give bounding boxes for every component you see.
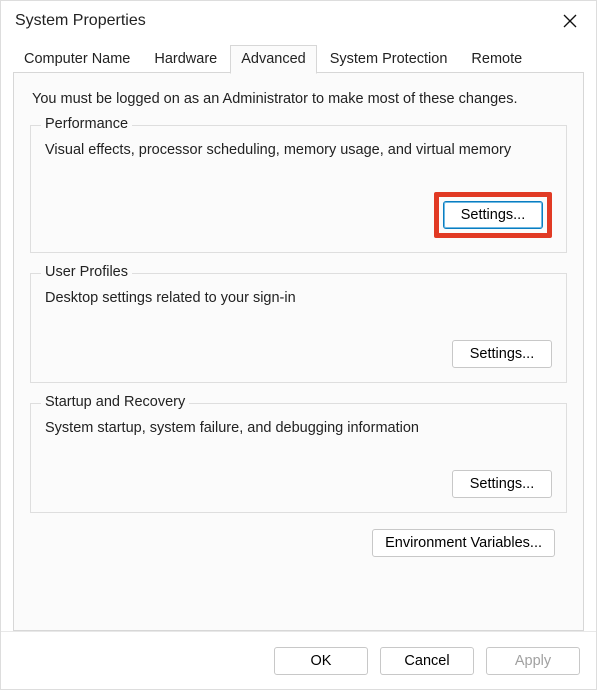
tab-remote[interactable]: Remote [460, 45, 533, 73]
performance-button-row: Settings... [45, 192, 552, 238]
cancel-button[interactable]: Cancel [380, 647, 474, 675]
startup-recovery-settings-button[interactable]: Settings... [452, 470, 552, 498]
admin-notice-text: You must be logged on as an Administrato… [28, 91, 569, 107]
tab-hardware[interactable]: Hardware [143, 45, 228, 73]
environment-variables-button[interactable]: Environment Variables... [372, 529, 555, 557]
performance-legend: Performance [41, 116, 132, 132]
startup-recovery-group: Startup and Recovery System startup, sys… [30, 403, 567, 513]
dialog-footer: OK Cancel Apply [1, 631, 596, 689]
tab-strip: Computer Name Hardware Advanced System P… [1, 41, 596, 73]
tab-system-protection[interactable]: System Protection [319, 45, 459, 73]
environment-variables-row: Environment Variables... [28, 529, 569, 557]
startup-recovery-legend: Startup and Recovery [41, 394, 189, 410]
startup-recovery-description: System startup, system failure, and debu… [45, 420, 552, 436]
performance-group: Performance Visual effects, processor sc… [30, 125, 567, 253]
system-properties-window: System Properties Computer Name Hardware… [0, 0, 597, 690]
performance-settings-button[interactable]: Settings... [443, 201, 543, 229]
apply-button[interactable]: Apply [486, 647, 580, 675]
title-bar: System Properties [1, 1, 596, 41]
ok-button[interactable]: OK [274, 647, 368, 675]
user-profiles-legend: User Profiles [41, 264, 132, 280]
performance-settings-highlight: Settings... [434, 192, 552, 238]
user-profiles-button-row: Settings... [45, 340, 552, 368]
user-profiles-group: User Profiles Desktop settings related t… [30, 273, 567, 383]
tab-advanced[interactable]: Advanced [230, 45, 317, 74]
tab-computer-name[interactable]: Computer Name [13, 45, 141, 73]
window-title: System Properties [13, 12, 556, 30]
startup-recovery-button-row: Settings... [45, 470, 552, 498]
advanced-tab-page: You must be logged on as an Administrato… [13, 73, 584, 631]
user-profiles-description: Desktop settings related to your sign-in [45, 290, 552, 306]
close-icon[interactable] [556, 7, 584, 35]
performance-description: Visual effects, processor scheduling, me… [45, 142, 552, 158]
user-profiles-settings-button[interactable]: Settings... [452, 340, 552, 368]
